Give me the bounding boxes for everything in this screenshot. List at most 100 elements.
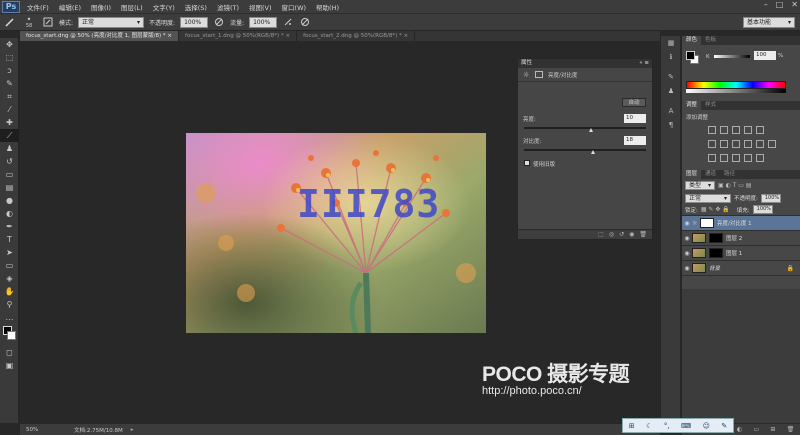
color-swatches[interactable] (0, 324, 18, 346)
tab-layers[interactable]: 图层 (682, 170, 702, 179)
brush-size-picker[interactable]: • 58 (21, 15, 37, 29)
minimize-button[interactable]: – (764, 0, 768, 9)
menu-type[interactable]: 文字(Y) (148, 2, 180, 12)
more-tools-icon[interactable]: … (0, 311, 19, 324)
ime-user-icon[interactable]: ☺ (703, 422, 710, 430)
brush-tool-icon[interactable]: ⟋ (0, 129, 19, 142)
view-previous-icon[interactable]: ◎ (609, 231, 614, 238)
crop-tool-icon[interactable]: ⌗ (0, 90, 19, 103)
gradient-map-adj-icon[interactable] (744, 154, 752, 162)
3d-tool-icon[interactable]: ◈ (0, 272, 19, 285)
contrast-field[interactable]: 18 (624, 136, 646, 145)
layer-row[interactable]: ◉ 背景 🔒 (682, 261, 800, 276)
menu-edit[interactable]: 编辑(E) (54, 2, 86, 12)
layer-name[interactable]: 背景 (709, 264, 720, 272)
contrast-slider-thumb[interactable] (591, 150, 596, 154)
menu-help[interactable]: 帮助(H) (311, 2, 344, 12)
history-icon[interactable]: ▦ (661, 36, 681, 50)
layer-opacity-field[interactable]: 100% (760, 193, 781, 203)
ime-settings-icon[interactable]: ✎ (721, 422, 727, 430)
eye-icon[interactable]: ◉ (682, 235, 692, 242)
ime-punct-icon[interactable]: °, (664, 422, 670, 430)
tab-color[interactable]: 颜色 (682, 36, 702, 45)
tab-adjustments[interactable]: 调整 (682, 101, 702, 110)
color-spectrum[interactable] (686, 81, 786, 89)
trash-icon[interactable]: 🗑 (639, 231, 647, 238)
blend-mode-select[interactable]: 正常 ▾ (685, 193, 731, 203)
opacity-field[interactable]: 100% (180, 16, 209, 28)
tab-focus-start-2[interactable]: focus_start_2.dng @ 50%(RGB/8*) * × (297, 31, 416, 41)
legacy-checkbox[interactable] (524, 160, 530, 166)
menu-view[interactable]: 视图(V) (244, 2, 277, 12)
layer-row[interactable]: ◉ 图层 1 (682, 246, 800, 261)
hand-tool-icon[interactable]: ✋ (0, 285, 19, 298)
screen-mode-icon[interactable]: ▣ (0, 359, 19, 372)
paragraph-icon[interactable]: ¶ (661, 118, 681, 132)
path-select-tool-icon[interactable]: ➤ (0, 246, 19, 259)
layer-thumbnail[interactable] (692, 263, 706, 273)
balance-adj-icon[interactable] (720, 140, 728, 148)
lasso-tool-icon[interactable]: ↄ (0, 64, 19, 77)
layer-thumbnail[interactable] (692, 233, 706, 243)
tab-swatches[interactable]: 色板 (701, 36, 720, 45)
clip-icon[interactable]: ⬚ (598, 231, 604, 238)
curves-adj-icon[interactable] (732, 126, 740, 134)
contrast-slider[interactable] (524, 149, 646, 154)
lock-icons[interactable]: ▦ ✎ ✥ 🔒 (701, 206, 730, 213)
background-color[interactable] (7, 331, 16, 340)
shape-tool-icon[interactable]: ▭ (0, 259, 19, 272)
layer-name[interactable]: 亮度/对比度 1 (717, 219, 752, 227)
dodge-tool-icon[interactable]: ◐ (0, 207, 19, 220)
color-fg-swatch[interactable] (686, 51, 695, 60)
trash-icon[interactable]: 🗑 (787, 426, 795, 433)
layer-filter-icons[interactable]: ▣ ◐ T ▭ ▤ (718, 182, 752, 189)
quick-mask-icon[interactable]: ◻ (0, 346, 19, 359)
pressure-size-icon[interactable] (299, 16, 311, 28)
lookup-adj-icon[interactable] (768, 140, 776, 148)
document-size[interactable]: 文档:2.75M/10.8M (60, 426, 123, 434)
workspace-select[interactable]: 基本功能 ▾ (743, 17, 795, 28)
exposure-adj-icon[interactable] (744, 126, 752, 134)
history-brush-tool-icon[interactable]: ↺ (0, 155, 19, 168)
menu-image[interactable]: 图像(I) (86, 2, 116, 12)
threshold-adj-icon[interactable] (732, 154, 740, 162)
marquee-tool-icon[interactable]: ⬚ (0, 51, 19, 64)
brightness-field[interactable]: 10 (624, 114, 646, 123)
airbrush-icon[interactable] (282, 16, 294, 28)
eyedropper-tool-icon[interactable]: ⁄ (0, 103, 19, 116)
new-group-icon[interactable]: ▭ (753, 426, 759, 433)
brightness-slider[interactable] (524, 127, 646, 132)
pen-tool-icon[interactable]: ✒ (0, 220, 19, 233)
bw-adj-icon[interactable] (732, 140, 740, 148)
document-image[interactable] (186, 133, 486, 333)
layer-mask-thumbnail[interactable] (700, 218, 714, 228)
vibrance-adj-icon[interactable] (756, 126, 764, 134)
eye-icon[interactable]: ◉ (682, 220, 692, 227)
brightness-adj-icon[interactable] (708, 126, 716, 134)
eraser-tool-icon[interactable]: ▭ (0, 168, 19, 181)
layer-name[interactable]: 图层 2 (726, 234, 742, 242)
k-value-field[interactable]: 100 (754, 51, 776, 60)
eye-icon[interactable]: ◉ (682, 250, 692, 257)
visibility-icon[interactable]: ◉ (629, 231, 634, 238)
brush-tool-preset-icon[interactable] (4, 16, 16, 28)
layer-thumbnail[interactable] (692, 248, 706, 258)
hue-adj-icon[interactable] (708, 140, 716, 148)
healing-tool-icon[interactable]: ✚ (0, 116, 19, 129)
panel-menu-icon[interactable]: « ≡ (639, 59, 649, 68)
zoom-level[interactable]: 50% (20, 427, 60, 433)
properties-header[interactable]: 属性 « ≡ (518, 59, 652, 68)
mask-icon[interactable] (535, 71, 543, 78)
zoom-tool-icon[interactable]: ⚲ (0, 298, 19, 311)
type-tool-icon[interactable]: T (0, 233, 19, 246)
layer-name[interactable]: 图层 1 (726, 249, 742, 257)
close-button[interactable]: ✕ (791, 0, 798, 9)
tab-paths[interactable]: 路径 (720, 170, 739, 179)
tab-focus-start-1[interactable]: focus_start_1.dng @ 50%(RGB/8*) * × (179, 31, 298, 41)
maximize-button[interactable]: □ (776, 0, 784, 9)
flow-field[interactable]: 100% (249, 16, 278, 28)
character-icon[interactable]: A (661, 104, 681, 118)
levels-adj-icon[interactable] (720, 126, 728, 134)
auto-button[interactable]: 自动 (622, 98, 646, 107)
ime-keyboard-icon[interactable]: ⌨ (681, 422, 691, 430)
